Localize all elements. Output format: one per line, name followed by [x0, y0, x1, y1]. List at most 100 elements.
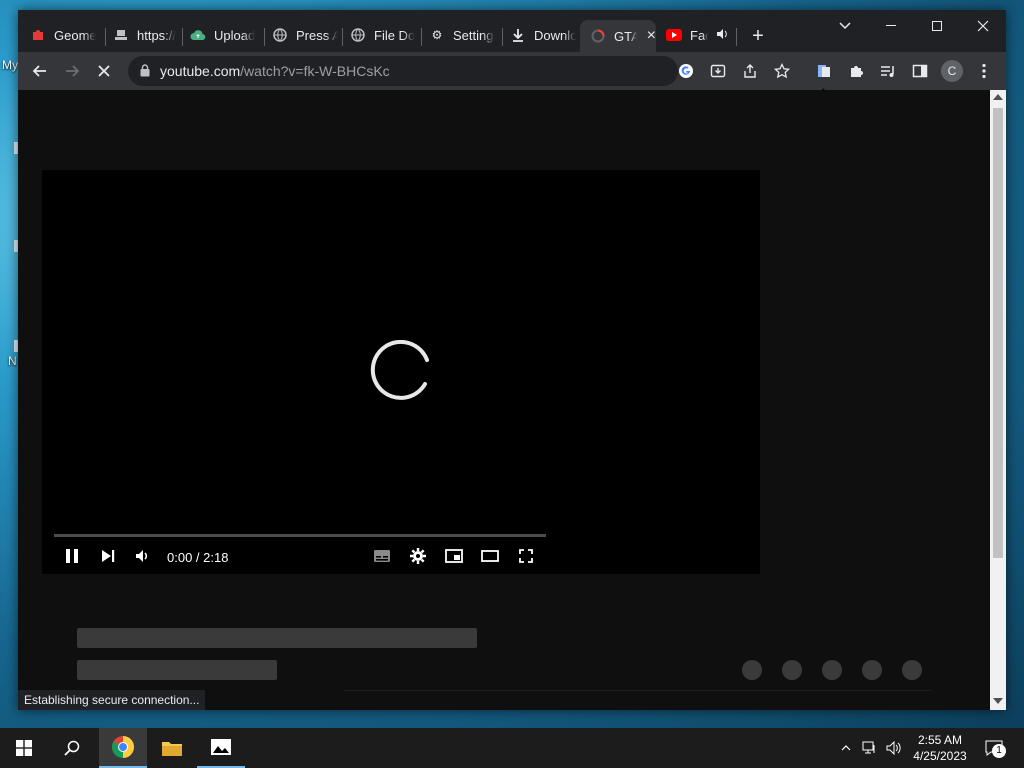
chrome-menu-icon[interactable] [970, 57, 998, 85]
video-player[interactable]: 0:00 / 2:18 [42, 170, 760, 574]
file-explorer-icon[interactable] [148, 728, 196, 768]
side-panel-icon[interactable] [906, 57, 934, 85]
show-hidden-icons-icon[interactable] [836, 738, 856, 758]
action-placeholder [902, 660, 922, 680]
google-lens-icon[interactable] [672, 57, 700, 85]
fullscreen-button[interactable] [514, 544, 538, 568]
tab-title: Settings [453, 27, 495, 43]
tab-title: Downlo [534, 27, 576, 43]
globe-icon [272, 27, 288, 43]
tab-separator [342, 28, 343, 46]
back-button[interactable] [26, 57, 54, 85]
notification-count-badge: 1 [992, 744, 1006, 758]
volume-icon[interactable] [884, 738, 904, 758]
tab-title: Upload [214, 27, 256, 43]
stamp-icon [113, 27, 129, 43]
action-placeholder [782, 660, 802, 680]
desktop-icon-label[interactable]: My [2, 58, 18, 72]
tab-downloads[interactable]: Downlo [510, 20, 580, 50]
next-video-button[interactable] [96, 544, 120, 568]
tab-settings[interactable]: ⚙ Settings [429, 20, 505, 50]
extension-clipboard-icon[interactable] [810, 57, 838, 85]
scroll-down-icon[interactable] [993, 698, 1003, 704]
close-window-button[interactable] [960, 10, 1006, 42]
tab-title: File Do [374, 27, 416, 43]
action-placeholder [862, 660, 882, 680]
scroll-thumb[interactable] [993, 108, 1003, 558]
tab-upload[interactable]: Upload [190, 20, 262, 50]
media-controls-icon[interactable] [874, 57, 902, 85]
action-placeholder [822, 660, 842, 680]
pause-button[interactable] [60, 544, 84, 568]
page-viewport: 0:00 / 2:18 [18, 90, 990, 710]
tab-https[interactable]: https:// [113, 20, 185, 50]
stop-loading-button[interactable] [90, 57, 118, 85]
red-puzzle-icon [30, 27, 46, 43]
globe-icon [350, 27, 366, 43]
tab-title: https:// [137, 27, 177, 43]
photos-app-icon[interactable] [197, 728, 245, 768]
desktop-icon-label[interactable]: N [8, 354, 17, 368]
clock-time: 2:55 AM [917, 733, 963, 747]
speaker-icon[interactable] [716, 28, 728, 43]
scroll-up-icon[interactable] [993, 94, 1003, 100]
chrome-taskbar-icon[interactable] [99, 728, 147, 768]
tab-file-download[interactable]: File Do [350, 20, 422, 50]
cloud-upload-icon [190, 27, 206, 43]
tab-separator [105, 28, 106, 46]
tab-facebook-youtube[interactable]: Fac [666, 20, 732, 50]
maximize-button[interactable] [914, 10, 960, 42]
new-tab-button[interactable]: + [744, 22, 772, 50]
download-icon [510, 27, 526, 43]
tab-title: Geometry [54, 27, 96, 43]
profile-avatar[interactable]: C [938, 57, 966, 85]
tab-gta-active[interactable]: GTA × [580, 20, 656, 52]
start-button[interactable] [0, 728, 48, 768]
system-clock[interactable]: 2:55 AM 4/25/2023 [908, 732, 972, 764]
minimize-button[interactable] [868, 10, 914, 42]
notifications-icon[interactable]: 1 [982, 738, 1006, 758]
status-bar-edge [344, 690, 932, 710]
network-icon[interactable] [860, 738, 880, 758]
tab-separator [264, 28, 265, 46]
youtube-icon [666, 27, 682, 43]
tab-search-button[interactable] [822, 10, 868, 42]
bookmark-star-icon[interactable] [768, 57, 796, 85]
youtube-loading-icon [590, 28, 606, 44]
tab-press[interactable]: Press A [272, 20, 344, 50]
url-path: /watch?v=fk-W-BHCsKc [240, 63, 390, 79]
search-icon[interactable] [48, 728, 96, 768]
tab-title: Press A [296, 27, 338, 43]
profile-initial: C [941, 60, 963, 82]
browser-toolbar: youtube.com/watch?v=fk-W-BHCsKc C [18, 52, 1006, 106]
close-tab-icon[interactable]: × [647, 27, 656, 45]
install-app-icon[interactable] [704, 57, 732, 85]
forward-button[interactable] [58, 57, 86, 85]
lock-icon[interactable] [140, 64, 150, 82]
theater-mode-button[interactable] [478, 544, 502, 568]
clock-date: 4/25/2023 [913, 749, 967, 763]
loading-spinner-icon [369, 339, 433, 409]
tab-title: GTA [614, 28, 637, 44]
tab-separator [421, 28, 422, 46]
miniplayer-button[interactable] [442, 544, 466, 568]
title-placeholder [77, 628, 477, 648]
url-text[interactable]: youtube.com/watch?v=fk-W-BHCsKc [160, 63, 390, 79]
tab-separator [736, 28, 737, 46]
tab-geometry[interactable]: Geometry [30, 20, 110, 50]
taskbar: 2:55 AM 4/25/2023 1 [0, 728, 1024, 768]
channel-placeholder [77, 660, 277, 680]
tab-separator [182, 28, 183, 46]
video-progress-bar[interactable] [54, 534, 546, 537]
extensions-puzzle-icon[interactable] [842, 57, 870, 85]
volume-button[interactable] [131, 544, 155, 568]
status-bubble: Establishing secure connection... [18, 690, 206, 710]
settings-gear-icon[interactable] [406, 544, 430, 568]
share-icon[interactable] [736, 57, 764, 85]
gear-icon: ⚙ [431, 28, 443, 42]
action-placeholder [742, 660, 762, 680]
video-time-display: 0:00 / 2:18 [167, 550, 229, 565]
subtitles-button[interactable] [370, 544, 394, 568]
page-scrollbar[interactable] [990, 90, 1006, 710]
address-bar[interactable]: youtube.com/watch?v=fk-W-BHCsKc [128, 56, 790, 86]
